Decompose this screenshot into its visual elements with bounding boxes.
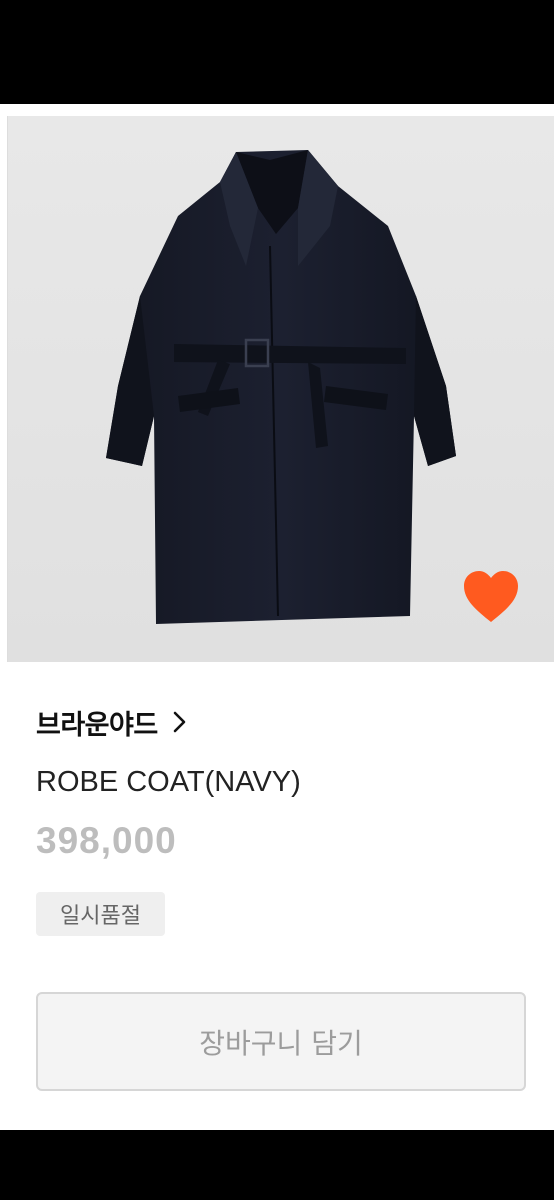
add-to-cart-button[interactable]: 장바구니 담기 bbox=[36, 992, 526, 1091]
status-bar bbox=[0, 0, 554, 104]
brand-link[interactable]: 브라운야드 bbox=[36, 702, 188, 742]
previous-image-edge bbox=[0, 116, 8, 662]
status-badge: 일시품절 bbox=[36, 892, 165, 936]
product-name: ROBE COAT(NAVY) bbox=[36, 766, 301, 798]
heart-icon[interactable] bbox=[462, 570, 520, 624]
product-price: 398,000 bbox=[36, 820, 177, 861]
chevron-right-icon bbox=[173, 711, 186, 733]
brand-name: 브라운야드 bbox=[36, 709, 158, 741]
home-indicator-bar bbox=[0, 1130, 554, 1200]
product-detail: 브라운야드 ROBE COAT(NAVY) 398,000 일시품절 장바구니 … bbox=[0, 104, 554, 1130]
